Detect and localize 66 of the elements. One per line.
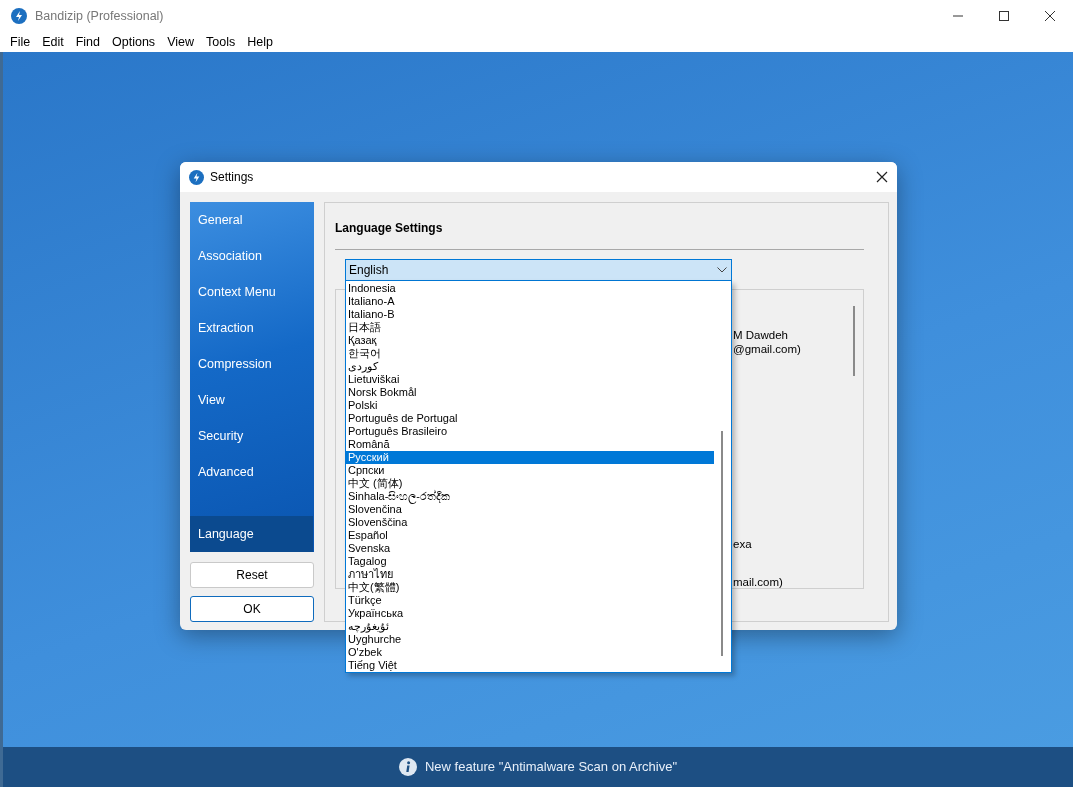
sidebar-item[interactable]: Security [190, 418, 314, 454]
sidebar-item[interactable]: View [190, 382, 314, 418]
dialog-title: Settings [210, 169, 254, 186]
language-option[interactable]: 한국어 [346, 347, 714, 360]
credits-text: mail.com) [733, 575, 784, 589]
scrollbar-thumb[interactable] [853, 306, 855, 376]
credits-text: exa [733, 537, 753, 551]
sidebar-item[interactable]: Language [190, 516, 313, 552]
window-title: Bandizip (Professional) [35, 7, 164, 25]
language-option[interactable]: Српски [346, 464, 714, 477]
language-option[interactable]: کوردی [346, 360, 714, 373]
language-option[interactable]: Tiếng Việt [346, 659, 714, 672]
close-icon [1044, 10, 1056, 22]
sidebar-item[interactable]: Context Menu [190, 274, 314, 310]
language-option[interactable]: Español [346, 529, 714, 542]
language-option[interactable]: 中文(繁體) [346, 581, 714, 594]
language-option[interactable]: Slovenščina [346, 516, 714, 529]
language-option[interactable]: Português Brasileiro [346, 425, 714, 438]
language-option[interactable]: Italiano-A [346, 295, 714, 308]
language-option[interactable]: Slovenčina [346, 503, 714, 516]
sidebar-item[interactable]: Advanced [190, 454, 314, 490]
sidebar-item[interactable]: General [190, 202, 314, 238]
language-option[interactable]: Tagalog [346, 555, 714, 568]
scrollbar-thumb[interactable] [721, 431, 723, 656]
credits-text: M Dawdeh [733, 328, 789, 342]
menu-item[interactable]: View [161, 32, 200, 52]
language-option[interactable]: ภาษาไทย [346, 568, 714, 581]
close-icon [876, 171, 888, 183]
chevron-down-icon [717, 267, 727, 273]
reset-button[interactable]: Reset [190, 562, 314, 588]
sidebar-item[interactable]: Extraction [190, 310, 314, 346]
app-logo-icon [189, 169, 204, 185]
language-option[interactable]: Norsk Bokmål [346, 386, 714, 399]
menu-item[interactable]: Find [69, 32, 107, 52]
language-option[interactable]: Қазақ [346, 334, 714, 347]
menu-item[interactable]: File [4, 32, 37, 52]
section-title: Language Settings [335, 220, 444, 237]
sidebar-item[interactable]: Association [190, 238, 314, 274]
sidebar-item[interactable]: Compression [190, 346, 314, 382]
language-option[interactable]: Uyghurche [346, 633, 714, 646]
language-option[interactable]: 中文 (简体) [346, 477, 714, 490]
language-option[interactable]: Polski [346, 399, 714, 412]
language-option[interactable]: Українська [346, 607, 714, 620]
language-option[interactable]: Türkçe [346, 594, 714, 607]
menu-item[interactable]: Tools [200, 32, 242, 52]
language-option[interactable]: Русский [346, 451, 714, 464]
language-option[interactable]: O'zbek [346, 646, 714, 659]
language-option[interactable]: Svenska [346, 542, 714, 555]
language-option[interactable]: Português de Portugal [346, 412, 714, 425]
info-icon [399, 758, 417, 776]
credits-text: @gmail.com) [733, 342, 802, 356]
menu-item[interactable]: Help [241, 32, 279, 52]
app-logo-icon [11, 8, 27, 24]
language-option[interactable]: Lietuviškai [346, 373, 714, 386]
maximize-icon [998, 10, 1010, 22]
language-option[interactable]: Sinhala-සිංහල-රත්දික [346, 490, 714, 503]
language-option[interactable]: Română [346, 438, 714, 451]
language-option[interactable]: ئۇيغۇرچە [346, 620, 714, 633]
language-option[interactable]: 日本語 [346, 321, 714, 334]
language-dropdown[interactable]: English [345, 259, 732, 281]
ok-button[interactable]: OK [190, 596, 314, 622]
language-option[interactable]: Indonesia [346, 282, 714, 295]
menu-item[interactable]: Edit [36, 32, 70, 52]
language-option[interactable]: Italiano-B [346, 308, 714, 321]
menu-item[interactable]: Options [106, 32, 162, 52]
notification-text[interactable]: New feature "Antimalware Scan on Archive" [425, 757, 677, 777]
